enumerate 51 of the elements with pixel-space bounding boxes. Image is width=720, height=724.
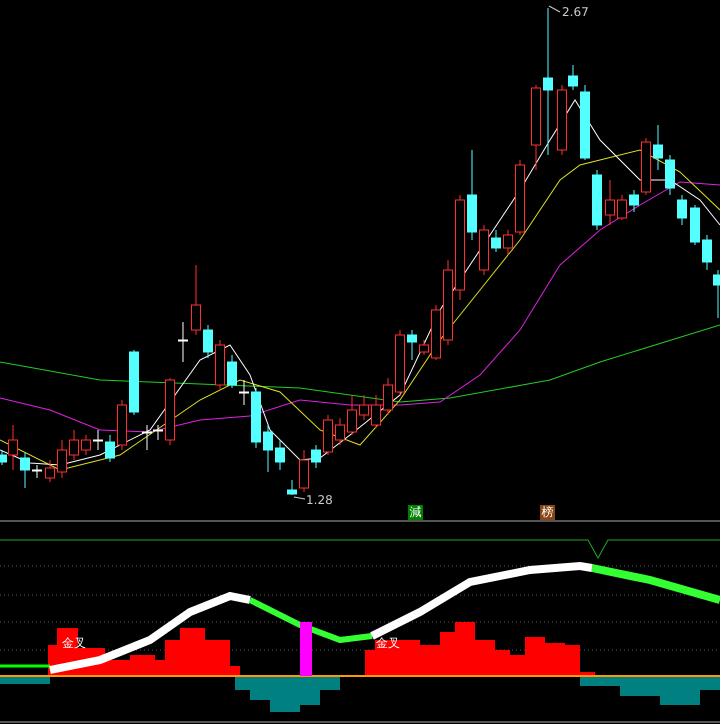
candlestick [641, 138, 651, 196]
candlestick [653, 124, 663, 170]
candlestick [20, 452, 30, 488]
candlestick [275, 440, 285, 470]
candlestick [690, 204, 700, 246]
candlestick [165, 378, 175, 446]
candlestick [227, 354, 237, 388]
candlestick [503, 230, 513, 256]
candlestick [129, 350, 139, 416]
candlestick [117, 400, 127, 450]
candlestick [299, 450, 309, 492]
candlestick [629, 190, 639, 212]
candlestick [383, 378, 393, 416]
candlestick [178, 322, 188, 362]
indicator-line [0, 664, 50, 668]
candlestick [359, 394, 369, 420]
candlestick [239, 380, 249, 406]
candlestick [215, 340, 225, 390]
candlestick [407, 330, 417, 360]
candlestick [32, 464, 42, 478]
candlestick [311, 444, 321, 468]
signal-badge: 減 [408, 505, 423, 520]
candlestick [617, 194, 627, 220]
cross-label: 金叉 [376, 636, 400, 650]
candlestick [702, 234, 712, 270]
candlestick [335, 418, 345, 446]
candlestick [251, 388, 261, 448]
candlestick [203, 324, 213, 358]
candlestick [69, 430, 79, 460]
candlestick [263, 424, 273, 472]
candlestick [491, 230, 501, 252]
candlestick [93, 430, 103, 450]
candlestick [191, 264, 201, 336]
candlestick [347, 394, 357, 436]
candlestick [395, 330, 405, 396]
candlestick [677, 194, 687, 226]
candlestick [665, 154, 675, 196]
candlestick [371, 394, 381, 428]
candlestick [323, 414, 333, 456]
candlestick [431, 304, 441, 360]
histogram-bar [300, 622, 312, 676]
candlestick [605, 180, 615, 226]
signal-badge: 榜 [540, 505, 555, 520]
candlestick [45, 460, 55, 482]
candlestick [81, 434, 91, 456]
candlestick [419, 340, 429, 356]
candlestick [287, 480, 297, 496]
candlestick [592, 170, 602, 230]
candlestick [105, 434, 115, 462]
candlestick [57, 440, 67, 478]
candlestick [479, 224, 489, 276]
